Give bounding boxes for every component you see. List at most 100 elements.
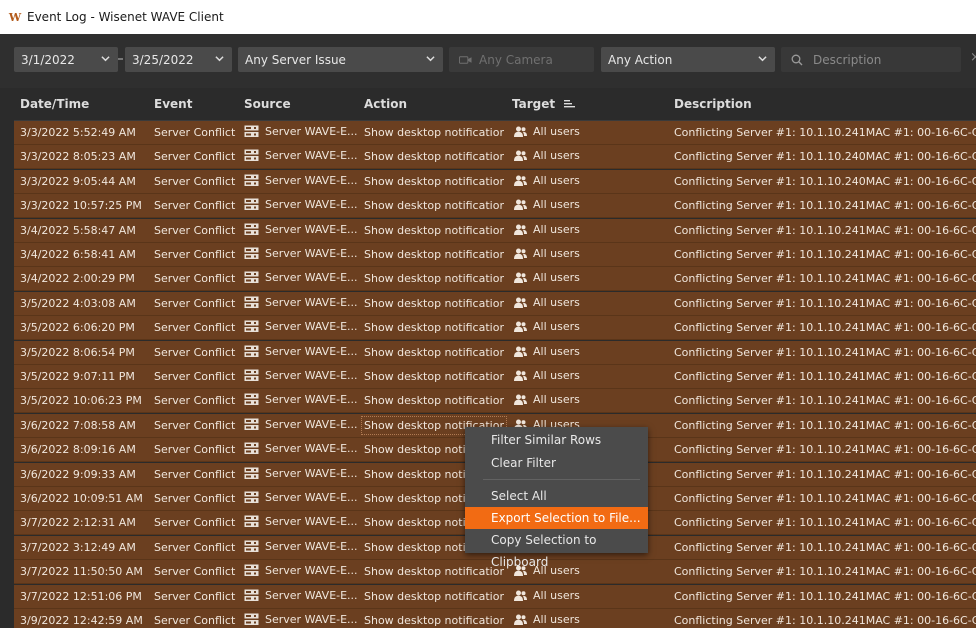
users-icon [514, 126, 527, 137]
table-row[interactable]: 3/5/2022 9:07:11 PM Server Conflict Server… [14, 365, 976, 389]
col-header-action[interactable]: Action [364, 97, 407, 111]
menu-item-select-all[interactable]: Select All [465, 485, 648, 507]
cell-target: All users [512, 125, 662, 138]
cell-source-label: Server WAVE-E... [265, 417, 358, 431]
cell-datetime: 3/4/2022 6:58:41 AM [20, 248, 136, 261]
table-row[interactable]: 3/4/2022 5:58:47 AM Server Conflict Server… [14, 218, 976, 243]
cell-target: All users [512, 198, 662, 211]
event-type-select[interactable]: Any Server Issue [238, 47, 443, 72]
cell-datetime: 3/6/2022 10:09:51 AM [20, 492, 143, 505]
cell-target-label: All users [533, 613, 580, 626]
cell-datetime: 3/9/2022 12:42:59 AM [20, 614, 143, 627]
cell-source-label: Server WAVE-E... [265, 149, 358, 163]
date-from-picker[interactable]: 3/1/2022 [14, 47, 118, 72]
cell-description: Conflicting Server #1: 10.1.10.241MAC #1… [674, 614, 976, 627]
cell-source-label: Server WAVE-E... [265, 515, 358, 529]
table-row[interactable]: 3/3/2022 5:52:49 AM Server Conflict Server… [14, 121, 976, 145]
menu-item-export-selection[interactable]: Export Selection to File... [465, 507, 648, 529]
cell-description: Conflicting Server #1: 10.1.10.241MAC #1… [674, 296, 976, 310]
date-from-value: 3/1/2022 [21, 52, 75, 67]
cell-source: Server WAVE-E... [244, 540, 362, 553]
menu-item-copy-selection[interactable]: Copy Selection to Clipboard [465, 529, 648, 569]
search-placeholder: Description [813, 52, 882, 67]
cell-source-label: Server WAVE-E... [265, 173, 358, 187]
server-icon [244, 613, 259, 625]
col-header-event[interactable]: Event [154, 97, 192, 111]
cell-datetime: 3/4/2022 2:00:29 PM [20, 272, 135, 286]
cell-event: Server Conflict [154, 540, 236, 554]
server-icon [244, 345, 259, 357]
cell-datetime: 3/5/2022 9:07:11 PM [20, 370, 135, 383]
table-row[interactable]: 3/3/2022 9:05:44 AM Server Conflict Server… [14, 169, 976, 194]
cell-target-label: All users [533, 222, 580, 236]
server-icon [244, 247, 259, 259]
cell-source-label: Server WAVE-E... [265, 198, 358, 212]
table-row[interactable]: 3/4/2022 2:00:29 PM Server Conflict Server… [14, 267, 976, 292]
table-row[interactable]: 3/9/2022 12:42:59 AM Server Conflict Serve… [14, 609, 976, 628]
date-to-picker[interactable]: 3/25/2022 [125, 47, 232, 72]
cell-source: Server WAVE-E... [244, 467, 362, 480]
cell-description: Conflicting Server #1: 10.1.10.241MAC #1… [674, 321, 976, 335]
cell-target-label: All users [533, 173, 580, 187]
col-header-source[interactable]: Source [244, 97, 291, 111]
col-header-datetime[interactable]: Date/Time [20, 97, 89, 111]
cell-event: Server Conflict [154, 467, 236, 481]
table-row[interactable]: 3/5/2022 8:06:54 PM Server Conflict Server… [14, 340, 976, 365]
menu-item-clear-filter[interactable]: Clear Filter [465, 452, 648, 474]
table-row[interactable]: 3/4/2022 6:58:41 AM Server Conflict Server… [14, 243, 976, 267]
users-icon [514, 175, 527, 186]
table-row[interactable]: 3/5/2022 10:06:23 PM Server Conflict Serve… [14, 389, 976, 414]
table-row[interactable]: 3/3/2022 10:57:25 PM Server Conflict Serve… [14, 194, 976, 219]
server-icon [244, 149, 259, 162]
cell-source-label: Server WAVE-E... [265, 442, 358, 456]
table-row[interactable]: 3/3/2022 8:05:23 AM Server Conflict Server… [14, 145, 976, 170]
description-search-input[interactable]: Description [781, 47, 961, 72]
date-range-separator [118, 58, 123, 60]
cell-target: All users [512, 613, 662, 626]
cell-target: All users [512, 247, 662, 260]
users-icon [514, 150, 527, 162]
filter-bar: 3/1/2022 3/25/2022 Any Server Issue Any … [0, 34, 976, 88]
users-icon [514, 590, 527, 601]
cell-source: Server WAVE-E... [244, 125, 362, 138]
cell-source-label: Server WAVE-E... [265, 295, 358, 309]
cell-target: All users [512, 320, 662, 333]
cell-description: Conflicting Server #1: 10.1.10.241MAC #1… [674, 126, 976, 139]
cell-action: Show desktop notification [364, 272, 504, 286]
cell-action: Show desktop notification [364, 126, 504, 139]
server-icon [244, 271, 259, 284]
cell-source: Server WAVE-E... [244, 613, 362, 626]
cell-target: All users [512, 296, 662, 309]
cell-action: Show desktop notification [364, 370, 504, 383]
col-header-description[interactable]: Description [674, 97, 752, 111]
cell-source-label: Server WAVE-E... [265, 588, 358, 602]
cell-source-label: Server WAVE-E... [265, 393, 358, 407]
cell-datetime: 3/6/2022 7:08:58 AM [20, 418, 136, 432]
table-row[interactable]: 3/5/2022 4:03:08 AM Server Conflict Server… [14, 291, 976, 316]
table-row[interactable]: 3/7/2022 12:51:06 PM Server Conflict Serve… [14, 584, 976, 609]
cell-source: Server WAVE-E... [244, 247, 362, 260]
cell-datetime: 3/5/2022 10:06:23 PM [20, 394, 142, 408]
cell-action: Show desktop notification [364, 199, 504, 213]
cell-action: Show desktop notification [364, 321, 504, 335]
cell-action: Show desktop notification [364, 589, 504, 603]
col-header-target-label: Target [512, 97, 556, 111]
cell-target: All users [512, 369, 662, 382]
cell-source-label: Server WAVE-E... [265, 613, 358, 626]
app-logo-icon: W [8, 10, 22, 24]
action-select[interactable]: Any Action [601, 47, 775, 72]
cell-description: Conflicting Server #1: 10.1.10.241MAC #1… [674, 443, 976, 457]
menu-item-filter-similar[interactable]: Filter Similar Rows [465, 429, 648, 451]
clear-search-icon[interactable]: × [970, 50, 976, 65]
cell-action: Show desktop notification [364, 174, 504, 188]
cell-description: Conflicting Server #1: 10.1.10.241MAC #1… [674, 345, 976, 359]
server-icon [244, 320, 259, 333]
col-header-target[interactable]: Target [512, 97, 576, 111]
table-row[interactable]: 3/5/2022 6:06:20 PM Server Conflict Server… [14, 316, 976, 341]
cell-event: Server Conflict [154, 296, 236, 310]
cell-action: Show desktop notification [364, 150, 504, 164]
camera-select[interactable]: Any Camera [449, 47, 594, 72]
cell-target-label: All users [533, 369, 580, 382]
cell-event: Server Conflict [154, 589, 236, 603]
cell-datetime: 3/6/2022 8:09:16 AM [20, 443, 136, 457]
